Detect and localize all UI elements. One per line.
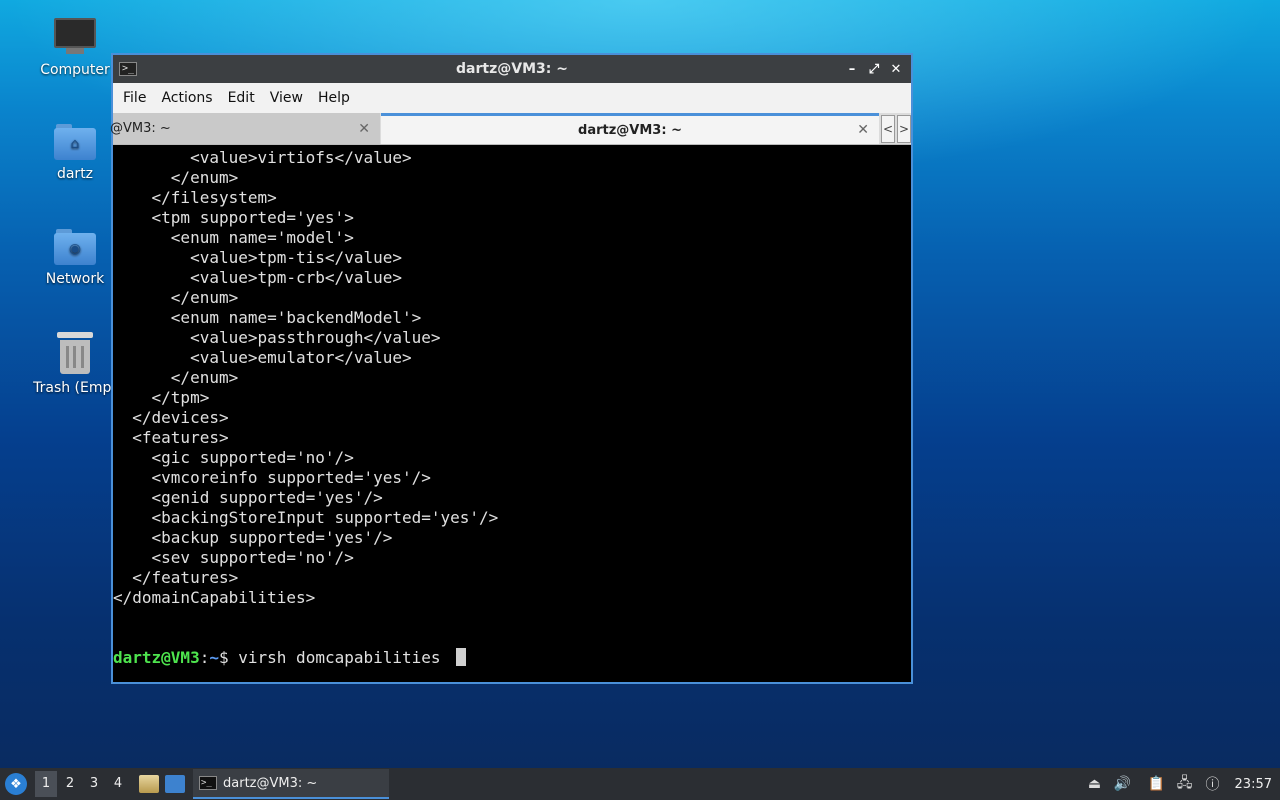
desktop-icon-label: Computer [40,62,110,78]
text-cursor [456,648,467,666]
workspace-3-button[interactable]: 3 [83,771,105,797]
menu-file[interactable]: File [118,90,156,106]
file-manager-icon[interactable] [139,775,159,793]
update-notifier-icon[interactable]: ⓘ [1203,774,1223,794]
terminal-line: <backingStoreInput supported='yes'/> [113,508,499,527]
tab-close-icon[interactable]: ✕ [857,122,869,138]
taskbar: ❖ 1 2 3 4 >_ dartz@VM3: ~ ⏏ 🔊 📋 🖧 ⓘ 23:5… [0,768,1280,800]
terminal-line: </features> [113,568,239,587]
system-tray: ⏏ 🔊 📋 🖧 ⓘ 23:57 [1085,768,1280,800]
tab-scroll-right-button[interactable]: > [897,115,911,143]
terminal-line: <features> [113,428,229,447]
computer-icon [54,18,96,56]
command-text: virsh domcapabilities [228,648,451,667]
terminal-line: <enum name='model'> [113,228,354,247]
home-folder-icon: ⌂ [54,124,96,160]
network-folder-icon: ◉ [54,229,96,265]
terminal-line: </domainCapabilities> [113,588,316,607]
terminal-line: <sev supported='no'/> [113,548,354,567]
tab-label: dartz@VM3: ~ [578,122,682,138]
terminal-line: <genid supported='yes'/> [113,488,383,507]
terminal-line: </enum> [113,368,239,387]
terminal-line: </enum> [113,168,239,187]
terminal-prompt-line: dartz@VM3:~$ virsh domcapabilities [113,648,911,668]
trash-icon [57,332,93,374]
terminal-line: <vmcoreinfo supported='yes'/> [113,468,431,487]
network-icon[interactable]: 🖧 [1175,774,1195,794]
clock[interactable]: 23:57 [1235,777,1272,792]
menu-edit[interactable]: Edit [223,90,265,106]
tab-label: @VM3: ~ [110,121,171,136]
prompt-user: dartz@VM3 [113,648,200,667]
terminal-window: >_ dartz@VM3: ~ – ⤢ ✕ File Actions Edit … [110,53,913,684]
tab-bar: @VM3: ~ ✕ dartz@VM3: ~ ✕ < > [110,113,911,145]
terminal-task-icon: >_ [199,776,217,790]
taskbar-task-label: dartz@VM3: ~ [223,775,318,791]
terminal-output[interactable]: <value>virtiofs</value> </enum> </filesy… [113,145,911,682]
desktop-icon-computer[interactable]: Computer [25,18,125,78]
minimize-button[interactable]: – [841,62,863,77]
tab-2[interactable]: dartz@VM3: ~ ✕ [381,113,879,144]
close-button[interactable]: ✕ [885,62,907,77]
eject-icon[interactable]: ⏏ [1085,774,1105,794]
start-menu-button[interactable]: ❖ [5,773,27,795]
tab-1[interactable]: @VM3: ~ ✕ [110,113,380,144]
prompt-path: ~ [209,648,219,667]
menu-help[interactable]: Help [313,90,360,106]
terminal-line: </tpm> [113,388,210,407]
terminal-line: </filesystem> [113,188,277,207]
maximize-button[interactable]: ⤢ [863,62,885,77]
desktop-icon-label: dartz [56,166,94,182]
terminal-line: <value>tpm-tis</value> [113,248,402,267]
prompt-separator: : [199,648,210,667]
terminal-line: <value>emulator</value> [113,348,412,367]
terminal-line: <value>virtiofs</value> [113,148,412,167]
desktop-icon-label: Network [45,271,105,287]
terminal-line: <enum name='backendModel'> [113,308,422,327]
workspace-4-button[interactable]: 4 [107,771,129,797]
menu-actions[interactable]: Actions [156,90,222,106]
terminal-app-icon[interactable]: >_ [119,62,137,76]
clipboard-icon[interactable]: 📋 [1147,774,1167,794]
terminal-line: </devices> [113,408,229,427]
workspace-2-button[interactable]: 2 [59,771,81,797]
menu-view[interactable]: View [265,90,313,106]
desktop-icon-network[interactable]: ◉ Network [25,229,125,287]
terminal-line: <value>passthrough</value> [113,328,441,347]
terminal-line: <backup supported='yes'/> [113,528,393,547]
tab-close-icon[interactable]: ✕ [358,121,370,137]
taskbar-terminal-button[interactable]: >_ dartz@VM3: ~ [193,769,389,799]
volume-icon[interactable]: 🔊 [1113,774,1133,794]
terminal-line: <tpm supported='yes'> [113,208,354,227]
terminal-line: <gic supported='no'/> [113,448,354,467]
terminal-line: </enum> [113,288,239,307]
menu-bar: File Actions Edit View Help [113,83,911,113]
workspace-1-button[interactable]: 1 [35,771,57,797]
desktop-icon-label: Trash (Empt [33,380,117,396]
window-title: dartz@VM3: ~ [456,61,568,77]
desktop-icon-trash[interactable]: Trash (Empt [25,332,125,396]
tab-scroll-left-button[interactable]: < [881,115,895,143]
show-desktop-icon[interactable] [165,775,185,793]
terminal-line: <value>tpm-crb</value> [113,268,402,287]
window-titlebar[interactable]: >_ dartz@VM3: ~ – ⤢ ✕ [113,55,911,83]
prompt-symbol: $ [218,648,229,667]
